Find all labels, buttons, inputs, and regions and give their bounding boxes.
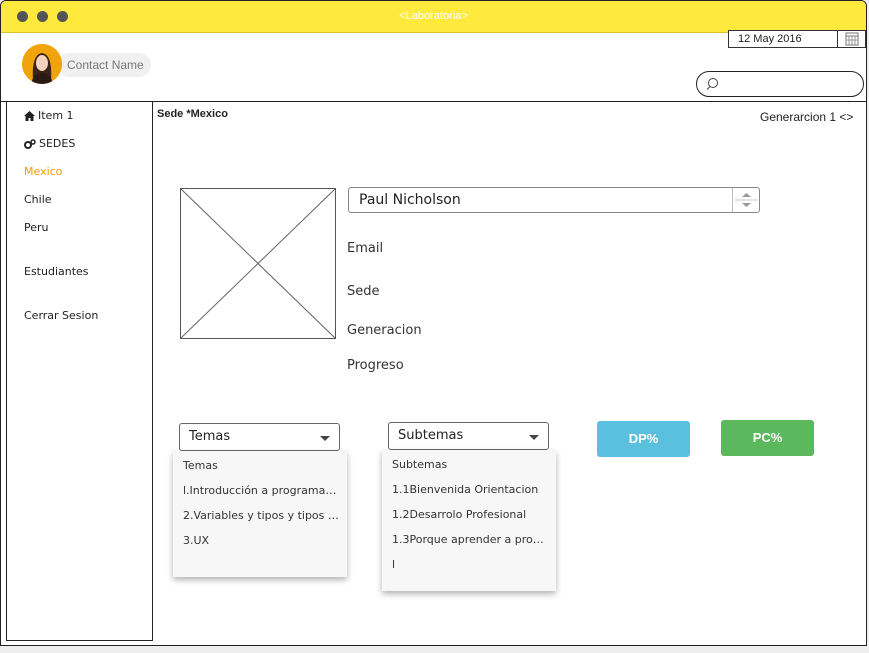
subtemas-option[interactable]: Subtemas (392, 458, 548, 471)
progreso-label: Progreso (347, 358, 404, 373)
subtemas-option[interactable]: 1.3Porque aprender a programar (392, 533, 548, 546)
chevron-down-icon (529, 435, 539, 440)
sidebar-item-mexico[interactable]: Mexico (24, 165, 62, 178)
generacion-label: Generacion (347, 323, 422, 338)
sidebar-item-label: Item 1 (38, 109, 74, 122)
chevron-down-icon (320, 436, 330, 441)
temas-option[interactable]: l.Introducción a programación (183, 484, 339, 497)
sidebar-item-cerrar-sesion[interactable]: Cerrar Sesion (24, 309, 98, 322)
sidebar: Item 1 SEDES Mexico Chile Peru Estudiant… (6, 101, 153, 641)
contact-name-label: Contact Name (57, 53, 151, 77)
temas-select[interactable]: Temas (179, 423, 340, 451)
pc-percent-button[interactable]: PC% (721, 420, 814, 456)
chevron-up-icon[interactable] (742, 193, 751, 197)
temas-select-value: Temas (189, 429, 231, 444)
temas-option[interactable]: Temas (183, 459, 339, 472)
sidebar-item-label: Estudiantes (24, 265, 89, 278)
sede-label: Sede (347, 284, 380, 299)
subtemas-dropdown: Subtemas 1.1Bienvenida Orientacion 1.2De… (382, 450, 556, 591)
student-name-field[interactable]: Paul Nicholson (348, 187, 760, 213)
window-title: <Laboratoria> (399, 10, 468, 22)
generacion-heading[interactable]: Generarcion 1 <> (760, 110, 853, 124)
subtemas-select-value: Subtemas (398, 428, 464, 443)
sidebar-item-estudiantes[interactable]: Estudiantes (24, 265, 89, 278)
avatar[interactable] (22, 44, 62, 84)
sidebar-item-label: Chile (24, 193, 52, 206)
app-window: <Laboratoria> Contact Name 12 May 2016 I… (0, 0, 867, 646)
search-icon (706, 78, 718, 90)
student-photo-placeholder (180, 188, 336, 339)
sidebar-item-item1[interactable]: Item 1 (24, 109, 74, 122)
search-input[interactable] (696, 71, 864, 97)
sidebar-item-chile[interactable]: Chile (24, 193, 52, 206)
temas-option[interactable]: 3.UX (183, 534, 339, 547)
subtemas-option[interactable]: 1.1Bienvenida Orientacion (392, 483, 548, 496)
sidebar-item-label: Peru (24, 221, 49, 234)
subtemas-option[interactable]: 1.2Desarrolo Profesional (392, 508, 548, 521)
temas-dropdown: Temas l.Introducción a programación 2.Va… (173, 451, 347, 577)
sede-heading: Sede *Mexico (157, 108, 228, 120)
subtemas-select[interactable]: Subtemas (388, 422, 549, 450)
subtemas-option[interactable]: l (392, 558, 548, 571)
sidebar-item-label: SEDES (39, 137, 76, 150)
name-stepper[interactable] (732, 188, 759, 212)
date-field[interactable]: 12 May 2016 (728, 30, 838, 48)
home-icon (24, 110, 35, 121)
calendar-button[interactable] (837, 30, 866, 48)
email-label: Email (347, 241, 384, 256)
sidebar-item-label: Mexico (24, 165, 63, 178)
sidebar-item-peru[interactable]: Peru (24, 221, 49, 234)
temas-option[interactable]: 2.Variables y tipos y tipos de datos (183, 509, 339, 522)
title-bar: <Laboratoria> (1, 1, 866, 33)
sidebar-item-label: Cerrar Sesion (24, 309, 99, 322)
bottom-strip (0, 646, 869, 653)
calendar-icon (845, 32, 859, 46)
sidebar-item-sedes[interactable]: SEDES (24, 137, 75, 150)
dp-percent-button[interactable]: DP% (597, 421, 690, 457)
chevron-down-icon[interactable] (742, 203, 751, 207)
gears-icon (24, 138, 36, 149)
